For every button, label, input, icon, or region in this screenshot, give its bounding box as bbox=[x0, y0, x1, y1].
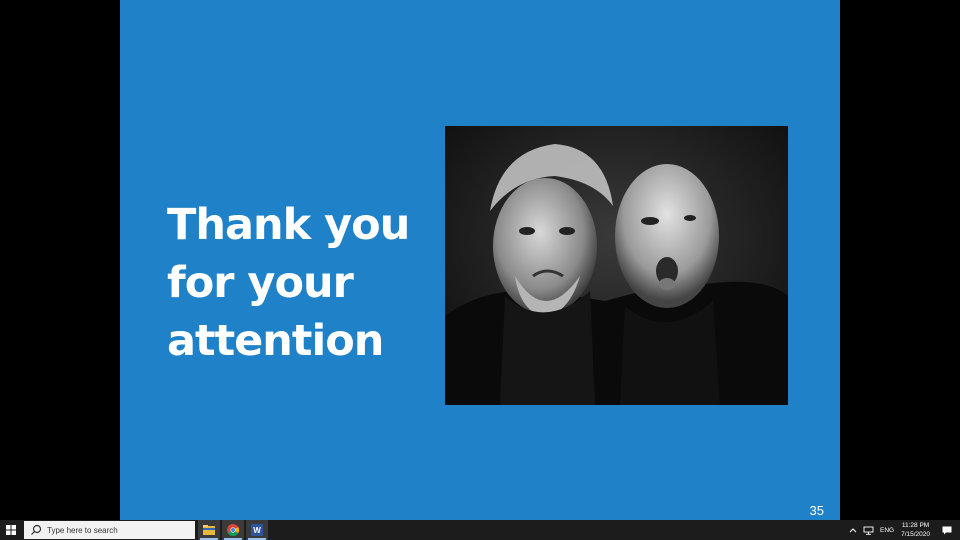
word-icon: W bbox=[251, 524, 263, 536]
file-explorer-icon bbox=[203, 525, 215, 535]
title-line-3: attention bbox=[167, 316, 384, 366]
file-explorer-button[interactable] bbox=[198, 520, 220, 540]
network-button[interactable] bbox=[860, 520, 877, 540]
slide-number: 35 bbox=[809, 503, 824, 518]
notifications-button[interactable] bbox=[934, 520, 960, 540]
language-indicator[interactable]: ENG bbox=[877, 520, 897, 540]
system-tray: ENG 11:28 PM 7/15/2020 bbox=[846, 520, 960, 540]
search-icon bbox=[31, 524, 42, 535]
chrome-icon bbox=[227, 524, 239, 536]
search-input[interactable] bbox=[47, 525, 187, 535]
title-line-1: Thank you bbox=[167, 200, 410, 250]
presentation-stage: Thank you for your attention 35 bbox=[0, 0, 960, 520]
taskbar-search[interactable] bbox=[24, 521, 195, 539]
clock[interactable]: 11:28 PM 7/15/2020 bbox=[897, 521, 934, 539]
slide: Thank you for your attention 35 bbox=[120, 0, 840, 520]
chrome-button[interactable] bbox=[222, 520, 244, 540]
windows-icon bbox=[6, 525, 16, 535]
taskbar: W ENG 11:28 PM 7/15/2020 bbox=[0, 520, 960, 540]
clock-time: 11:28 PM bbox=[901, 522, 930, 529]
slide-photo bbox=[445, 126, 788, 405]
title-line-2: for your bbox=[167, 258, 354, 308]
notification-icon bbox=[942, 526, 952, 534]
svg-text:W: W bbox=[253, 526, 261, 535]
word-button[interactable]: W bbox=[246, 520, 268, 540]
chevron-up-icon bbox=[849, 528, 857, 533]
show-hidden-icons-button[interactable] bbox=[846, 520, 860, 540]
start-button[interactable] bbox=[0, 520, 22, 540]
slide-title: Thank you for your attention bbox=[167, 196, 427, 370]
clock-date: 7/15/2020 bbox=[901, 531, 930, 538]
network-icon bbox=[863, 526, 874, 535]
